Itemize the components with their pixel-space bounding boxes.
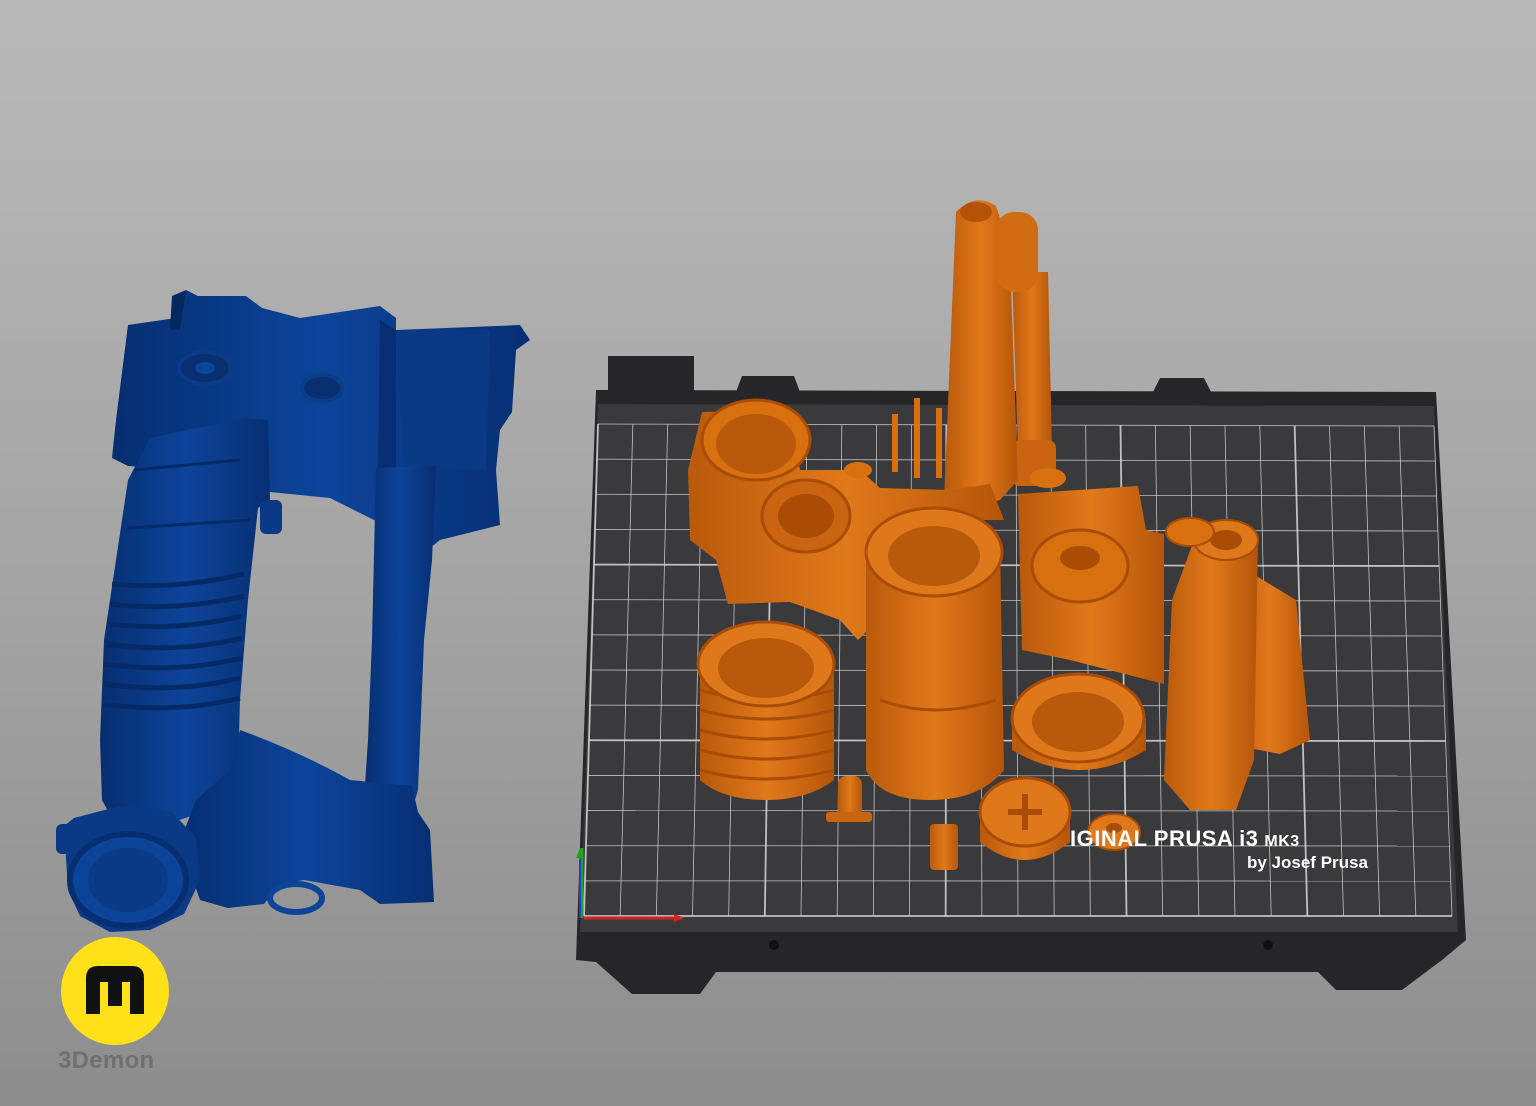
scene-canvas[interactable]	[0, 0, 1536, 1106]
part-tiny-block[interactable]	[930, 824, 958, 870]
3d-viewport[interactable]: IGINAL PRUSA i3 MK3 by Josef Prusa 3Demon	[0, 0, 1536, 1106]
bed-hole-left	[769, 940, 779, 950]
bed-hole-right	[1263, 940, 1273, 950]
bed-title-text: IGINAL PRUSA i3	[1070, 826, 1259, 851]
brand-name: 3Demon	[58, 1047, 155, 1074]
bed-back-tab-left	[608, 356, 694, 392]
bed-back-tab-center	[736, 376, 800, 392]
m-logo-icon	[61, 937, 169, 1045]
bed-brand-title: IGINAL PRUSA i3 MK3	[1070, 826, 1300, 852]
bed-title-suffix: MK3	[1264, 833, 1300, 850]
bed-byline: by Josef Prusa	[1247, 853, 1368, 872]
assembled-model[interactable]	[56, 290, 530, 932]
